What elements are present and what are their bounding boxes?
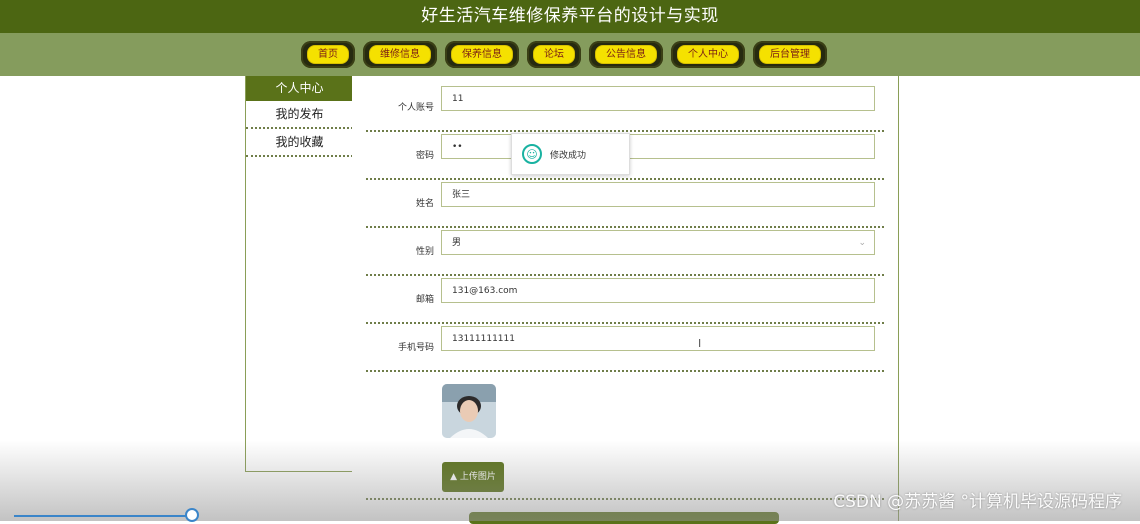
- nav-item-home[interactable]: 首页: [301, 41, 355, 68]
- email-label: 邮箱: [415, 295, 434, 305]
- form-row-upload: ▲ 上传图片: [366, 448, 884, 500]
- nav-label: 首页: [307, 45, 349, 64]
- text-cursor-icon: I: [698, 337, 702, 350]
- sidebar-title: 个人中心: [246, 76, 353, 101]
- form-row-account: 个人账号 11: [366, 82, 884, 132]
- smile-icon: ☺: [522, 144, 542, 164]
- form-row-email: 邮箱 131@163.com: [366, 274, 884, 324]
- top-nav: 首页 维修信息 保养信息 论坛 公告信息 个人中心 后台管理: [0, 33, 1140, 76]
- gender-select[interactable]: 男 ⌄: [441, 230, 875, 255]
- toast-message: 修改成功: [550, 150, 587, 161]
- progress-track[interactable]: [14, 515, 192, 517]
- progress-handle[interactable]: [185, 508, 199, 522]
- nav-item-notice[interactable]: 公告信息: [589, 41, 663, 68]
- nav-label: 公告信息: [595, 45, 657, 64]
- account-label: 个人账号: [397, 103, 434, 113]
- site-title: 好生活汽车维修保养平台的设计与实现: [421, 6, 719, 26]
- password-input[interactable]: ••: [441, 134, 875, 159]
- sidebar-item-my-posts[interactable]: 我的发布: [246, 101, 353, 129]
- nav-item-admin[interactable]: 后台管理: [753, 41, 827, 68]
- phone-input[interactable]: 13111111111: [441, 326, 875, 351]
- name-label: 姓名: [415, 199, 434, 209]
- upload-icon: ▲: [450, 472, 458, 482]
- gender-label: 性别: [415, 247, 434, 257]
- phone-label: 手机号码: [397, 343, 434, 353]
- avatar: [442, 384, 496, 438]
- watermark: CSDN @苏苏酱 °计算机毕设源码程序: [833, 492, 1122, 512]
- nav-label: 维修信息: [369, 45, 431, 64]
- avatar-image: [442, 384, 496, 438]
- upload-image-button[interactable]: ▲ 上传图片: [442, 462, 504, 492]
- nav-label: 论坛: [533, 45, 575, 64]
- chevron-down-icon: ⌄: [858, 238, 866, 248]
- nav-item-maintenance[interactable]: 保养信息: [445, 41, 519, 68]
- nav-item-repair[interactable]: 维修信息: [363, 41, 437, 68]
- account-input[interactable]: 11: [441, 86, 875, 111]
- success-toast: ☺ 修改成功: [511, 133, 630, 175]
- gender-value: 男: [452, 238, 462, 248]
- nav-list: 首页 维修信息 保养信息 论坛 公告信息 个人中心 后台管理: [301, 41, 827, 68]
- nav-item-forum[interactable]: 论坛: [527, 41, 581, 68]
- upload-label: 上传图片: [459, 472, 496, 482]
- site-header: 好生活汽车维修保养平台的设计与实现: [0, 0, 1140, 33]
- nav-label: 个人中心: [677, 45, 739, 64]
- sidebar-item-my-favorites[interactable]: 我的收藏: [246, 129, 353, 157]
- submit-button[interactable]: [469, 512, 779, 524]
- email-input[interactable]: 131@163.com: [441, 278, 875, 303]
- form-row-phone: 手机号码 13111111111: [366, 322, 884, 372]
- sidebar: 个人中心 我的发布 我的收藏: [245, 76, 354, 472]
- nav-item-personal-center[interactable]: 个人中心: [671, 41, 745, 68]
- form-row-name: 姓名 张三: [366, 178, 884, 228]
- name-input[interactable]: 张三: [441, 182, 875, 207]
- nav-label: 保养信息: [451, 45, 513, 64]
- form-row-gender: 性别 男 ⌄: [366, 226, 884, 276]
- nav-label: 后台管理: [759, 45, 821, 64]
- password-label: 密码: [415, 151, 434, 161]
